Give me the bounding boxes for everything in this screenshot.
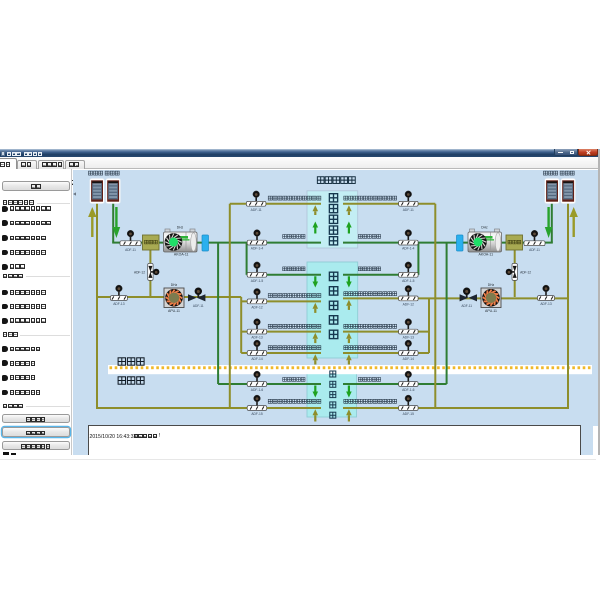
svg-text:DHz: DHz [171,283,178,287]
svg-text:ADF-14: ADF-14 [251,357,263,361]
svg-text:ADF-11: ADF-11 [403,208,414,212]
svg-text:ADF-1-5: ADF-1-5 [402,279,415,283]
svg-text:ADF-14: ADF-14 [403,357,415,361]
svg-text:ADF-11: ADF-11 [461,304,472,308]
svg-text:ADF-15: ADF-15 [251,412,263,416]
svg-text:APU-11: APU-11 [168,309,180,313]
svg-text:DHz: DHz [481,226,488,230]
svg-text:APU-11: APU-11 [485,309,497,313]
svg-text:ADF-12: ADF-12 [403,302,415,306]
svg-text:ADF-12: ADF-12 [134,270,145,274]
svg-text:ADF-12: ADF-12 [251,305,263,309]
svg-text:ADF-11: ADF-11 [251,208,262,212]
svg-text:ADF-1-4: ADF-1-4 [402,247,415,251]
svg-text:ADF-13: ADF-13 [113,302,125,306]
svg-text:AKOA-11: AKOA-11 [174,253,189,257]
svg-text:ADF-1-6: ADF-1-6 [402,388,415,392]
svg-text:ADF-15: ADF-15 [403,412,415,416]
svg-text:AKOA-11: AKOA-11 [479,253,494,257]
svg-text:DHz: DHz [488,283,495,287]
svg-text:ADF-1-6: ADF-1-6 [251,388,264,392]
svg-text:ADF-11: ADF-11 [529,248,540,252]
svg-text:ADF-1-4: ADF-1-4 [251,247,264,251]
svg-text:ADF-13: ADF-13 [403,336,415,340]
svg-text:ADF-13: ADF-13 [251,336,263,340]
svg-text:ADF-13: ADF-13 [540,302,552,306]
svg-text:DHz: DHz [177,226,184,230]
svg-text:ADF-11: ADF-11 [193,304,204,308]
svg-text:ADF-11: ADF-11 [125,248,136,252]
svg-text:ADF-12: ADF-12 [520,270,531,274]
svg-text:ADF-1-5: ADF-1-5 [251,279,264,283]
